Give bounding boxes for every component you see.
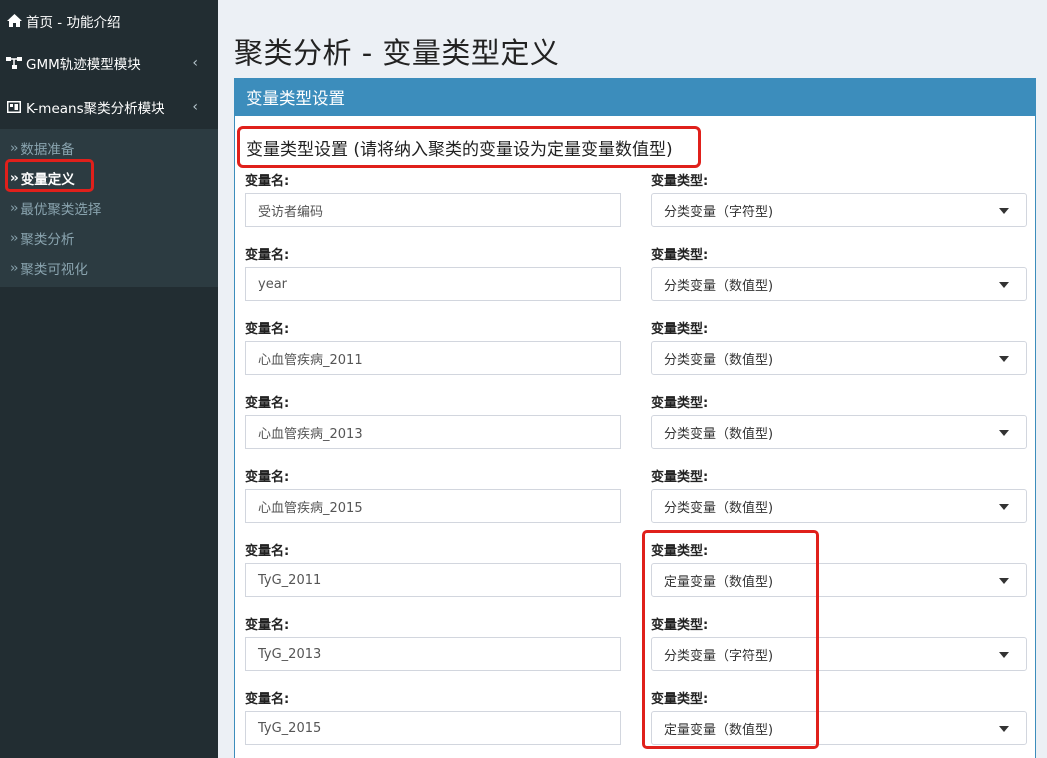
sidebar-item-kmeans[interactable]: K-means聚类分析模块 ‹ bbox=[0, 85, 218, 129]
page-title: 聚类分析 - 变量类型定义 bbox=[234, 36, 560, 70]
submenu-label: 数据准备 bbox=[20, 142, 75, 158]
caret-down-icon bbox=[999, 208, 1009, 214]
double-chevron-icon: ›› bbox=[10, 200, 19, 216]
chart-icon bbox=[6, 100, 22, 114]
double-chevron-icon: ›› bbox=[10, 260, 19, 276]
var-type-value: 分类变量（数值型) bbox=[664, 426, 774, 442]
var-type-value: 分类变量（数值型) bbox=[664, 500, 774, 516]
highlight-annotation bbox=[237, 126, 701, 168]
highlight-annotation bbox=[642, 530, 819, 749]
sidebar-item-label: GMM轨迹模型模块 bbox=[26, 57, 141, 73]
var-name-label: 变量名: bbox=[245, 396, 290, 411]
var-type-label: 变量类型: bbox=[651, 470, 709, 485]
submenu-label: 聚类可视化 bbox=[20, 262, 88, 278]
var-type-select[interactable]: 分类变量（数值型) bbox=[651, 341, 1027, 375]
sidebar-item-label: 首页 - 功能介绍 bbox=[26, 14, 121, 31]
double-chevron-icon: ›› bbox=[10, 140, 19, 156]
var-type-label: 变量类型: bbox=[651, 396, 709, 411]
var-type-select[interactable]: 分类变量（数值型) bbox=[651, 415, 1027, 449]
var-name-input[interactable]: TyG_2011 bbox=[245, 563, 621, 597]
var-name-input[interactable]: 受访者编码 bbox=[245, 193, 621, 227]
var-type-select[interactable]: 分类变量（数值型) bbox=[651, 267, 1027, 301]
var-name-label: 变量名: bbox=[245, 248, 290, 263]
sitemap-icon bbox=[6, 56, 22, 70]
var-name-input[interactable]: 心血管疾病_2013 bbox=[245, 415, 621, 449]
var-type-value: 分类变量（数值型) bbox=[664, 278, 774, 294]
double-chevron-icon: ›› bbox=[10, 230, 19, 246]
var-type-label: 变量类型: bbox=[651, 248, 709, 263]
var-type-label: 变量类型: bbox=[651, 174, 709, 189]
variable-type-box: 变量类型设置 变量类型设置 (请将纳入聚类的变量设为定量变量数值型) 变量名: 变… bbox=[234, 78, 1036, 758]
box-header: 变量类型设置 bbox=[235, 78, 1035, 116]
sidebar-item-home[interactable]: 首页 - 功能介绍 bbox=[0, 0, 218, 41]
kmeans-submenu: ›› 数据准备 ›› 变量定义 ›› 最优聚类选择 ›› 聚类分析 ›› 聚类可… bbox=[0, 129, 218, 287]
var-name-label: 变量名: bbox=[245, 470, 290, 485]
caret-down-icon bbox=[999, 430, 1009, 436]
var-name-input[interactable]: 心血管疾病_2011 bbox=[245, 341, 621, 375]
var-name-label: 变量名: bbox=[245, 618, 290, 633]
var-name-input[interactable]: TyG_2013 bbox=[245, 637, 621, 671]
caret-down-icon bbox=[999, 578, 1009, 584]
var-name-label: 变量名: bbox=[245, 692, 290, 707]
submenu-item-cluster-analysis[interactable]: ›› 聚类分析 bbox=[0, 223, 218, 253]
submenu-item-optimal-cluster[interactable]: ›› 最优聚类选择 bbox=[0, 193, 218, 223]
sidebar-item-gmm[interactable]: GMM轨迹模型模块 ‹ bbox=[0, 41, 218, 85]
var-name-input[interactable]: 心血管疾病_2015 bbox=[245, 489, 621, 523]
var-type-select[interactable]: 分类变量（字符型) bbox=[651, 193, 1027, 227]
var-type-select[interactable]: 分类变量（数值型) bbox=[651, 489, 1027, 523]
var-type-value: 分类变量（数值型) bbox=[664, 352, 774, 368]
caret-down-icon bbox=[999, 282, 1009, 288]
caret-down-icon bbox=[999, 652, 1009, 658]
sidebar-item-label: K-means聚类分析模块 bbox=[26, 101, 165, 117]
caret-down-icon bbox=[999, 726, 1009, 732]
var-name-input[interactable]: year bbox=[245, 267, 621, 301]
home-icon bbox=[6, 14, 22, 28]
submenu-label: 最优聚类选择 bbox=[20, 202, 102, 218]
caret-down-icon bbox=[999, 356, 1009, 362]
var-type-label: 变量类型: bbox=[651, 322, 709, 337]
submenu-label: 聚类分析 bbox=[20, 232, 75, 248]
var-type-value: 分类变量（字符型) bbox=[664, 204, 774, 220]
submenu-item-cluster-viz[interactable]: ›› 聚类可视化 bbox=[0, 253, 218, 283]
var-name-label: 变量名: bbox=[245, 174, 290, 189]
highlight-annotation bbox=[5, 159, 94, 192]
chevron-left-icon: ‹ bbox=[192, 55, 198, 71]
var-name-input[interactable]: TyG_2015 bbox=[245, 711, 621, 745]
chevron-left-icon: ‹ bbox=[192, 99, 198, 115]
var-name-label: 变量名: bbox=[245, 544, 290, 559]
var-name-label: 变量名: bbox=[245, 322, 290, 337]
caret-down-icon bbox=[999, 504, 1009, 510]
sidebar: 首页 - 功能介绍 GMM轨迹模型模块 ‹ K-means聚类分析模块 ‹ ››… bbox=[0, 0, 218, 758]
